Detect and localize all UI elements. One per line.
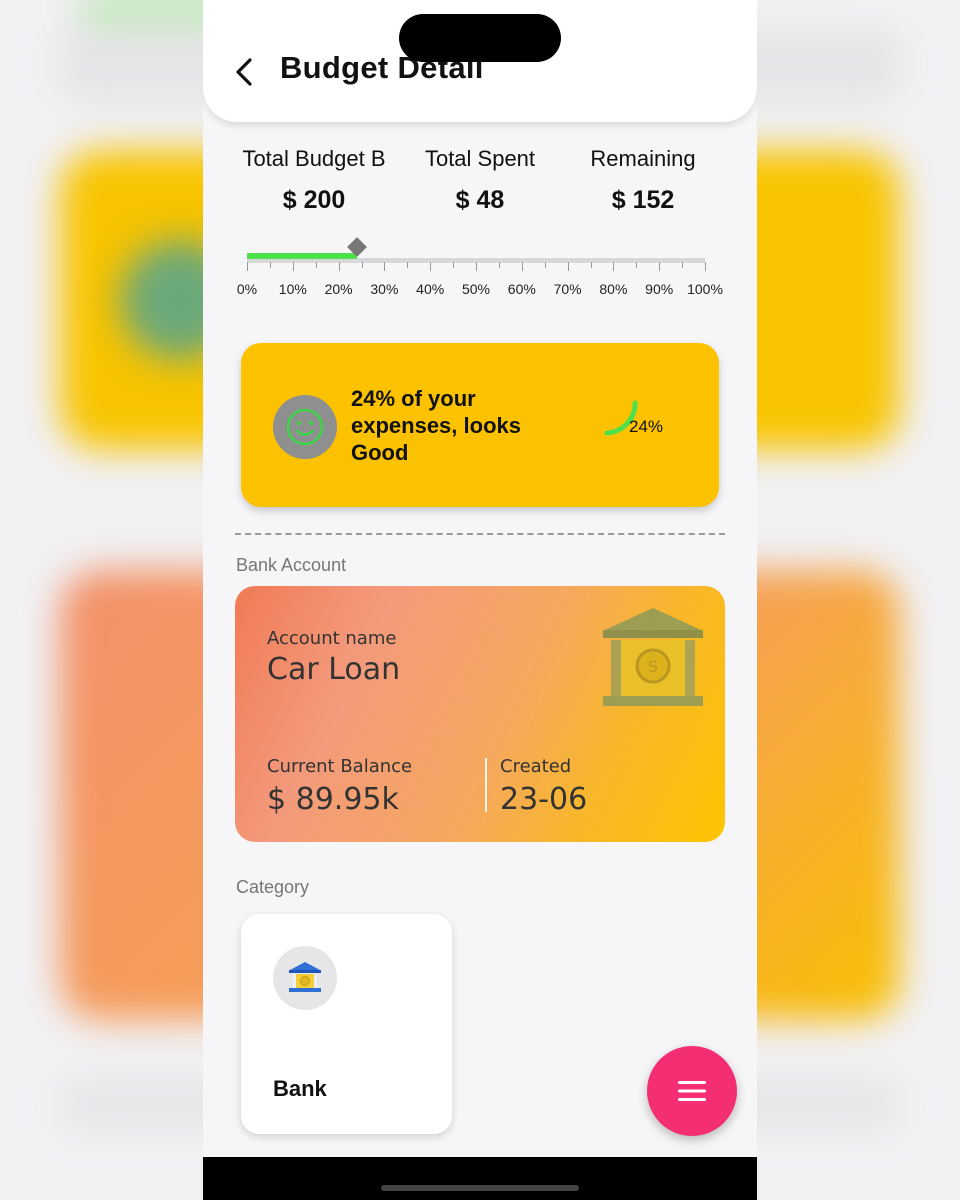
progress-fill [247, 253, 357, 259]
progress-tick [613, 262, 615, 271]
progress-tick [292, 262, 294, 271]
progress-tick-label: 50% [461, 281, 491, 297]
total-budget-value: $ 200 [282, 186, 346, 214]
progress-tick-label: 10% [278, 281, 307, 297]
progress-tick [705, 262, 706, 271]
home-indicator[interactable] [381, 1185, 579, 1191]
spending-percent-label: 24% [629, 417, 664, 436]
spending-status-card: 24% of your expenses, looks Good 24% [241, 343, 719, 507]
progress-tick [659, 262, 661, 271]
spending-status-message: 24% of your expenses, looks Good [351, 386, 521, 465]
smiley-face-icon [273, 395, 337, 459]
progress-tick [636, 262, 638, 268]
created-label: Created [500, 756, 572, 777]
progress-tick [407, 262, 409, 268]
progress-tick [361, 262, 363, 268]
budget-progress-slider: 0% 10% 20% 30% 40% 50% 60% 70% 80% 90% 100% [237, 237, 723, 308]
progress-tick-label: 40% [416, 281, 445, 297]
menu-fab-button[interactable] [647, 1046, 737, 1136]
progress-tick [315, 262, 317, 268]
progress-tick [476, 262, 477, 271]
category-card-bank[interactable]: Bank [241, 914, 452, 1134]
svg-text:S: S [648, 657, 658, 676]
total-budget-label: Total Budget B [242, 146, 386, 171]
progress-tick-label: 100% [687, 281, 723, 297]
card-divider [485, 758, 487, 812]
bank-building-icon: S [603, 608, 703, 706]
total-spent-label: Total Spent [424, 146, 536, 171]
progress-tick [544, 262, 546, 268]
chevron-left-icon [236, 58, 252, 86]
progress-tick [682, 262, 684, 268]
progress-tick [338, 262, 340, 271]
total-spent-value: $ 48 [455, 186, 505, 214]
progress-ticks [247, 262, 706, 274]
progress-tick [498, 262, 500, 268]
progress-tick-label: 20% [324, 281, 353, 297]
current-balance-label: Current Balance [267, 756, 413, 777]
progress-tick-label: 80% [599, 281, 628, 297]
created-value: 23-06 [500, 782, 588, 817]
category-name: Bank [273, 1076, 327, 1101]
bank-icon [273, 946, 337, 1010]
total-budget-stat: Total Budget B $ 200 [233, 146, 395, 215]
progress-tick-label: 60% [507, 281, 536, 297]
bank-account-card[interactable]: S Account name Car Loan Current Balance … [235, 586, 725, 842]
remaining-value: $ 152 [611, 186, 675, 214]
progress-tick [430, 262, 432, 271]
progress-tick [453, 262, 455, 268]
progress-tick [590, 262, 592, 268]
account-name-label: Account name [267, 628, 397, 649]
account-name-value: Car Loan [267, 652, 401, 687]
menu-icon [678, 1081, 706, 1101]
budget-summary: Total Budget B $ 200 Total Spent $ 48 Re… [203, 146, 757, 226]
bottom-system-bar [203, 1157, 757, 1200]
progress-tick [247, 262, 248, 271]
current-balance-value: $ 89.95k [267, 782, 399, 817]
progress-tick-label: 90% [645, 281, 674, 297]
progress-tick [269, 262, 271, 268]
progress-tick-label: 30% [370, 281, 399, 297]
section-divider [235, 533, 725, 535]
dynamic-island [399, 14, 561, 62]
progress-tick-label: 0% [236, 281, 258, 297]
progress-tick [567, 262, 569, 271]
progress-tick [521, 262, 523, 271]
progress-tick-label: 70% [553, 281, 582, 297]
remaining-stat: Remaining $ 152 [558, 146, 728, 215]
phone-screen: Budget Detail Total Budget B $ 200 Total… [203, 0, 757, 1200]
bank-account-heading: Bank Account [236, 555, 347, 575]
category-heading: Category [236, 877, 310, 897]
total-spent-stat: Total Spent $ 48 [395, 146, 565, 215]
back-button[interactable] [229, 52, 259, 92]
progress-tick [384, 262, 386, 271]
remaining-label: Remaining [590, 146, 696, 171]
